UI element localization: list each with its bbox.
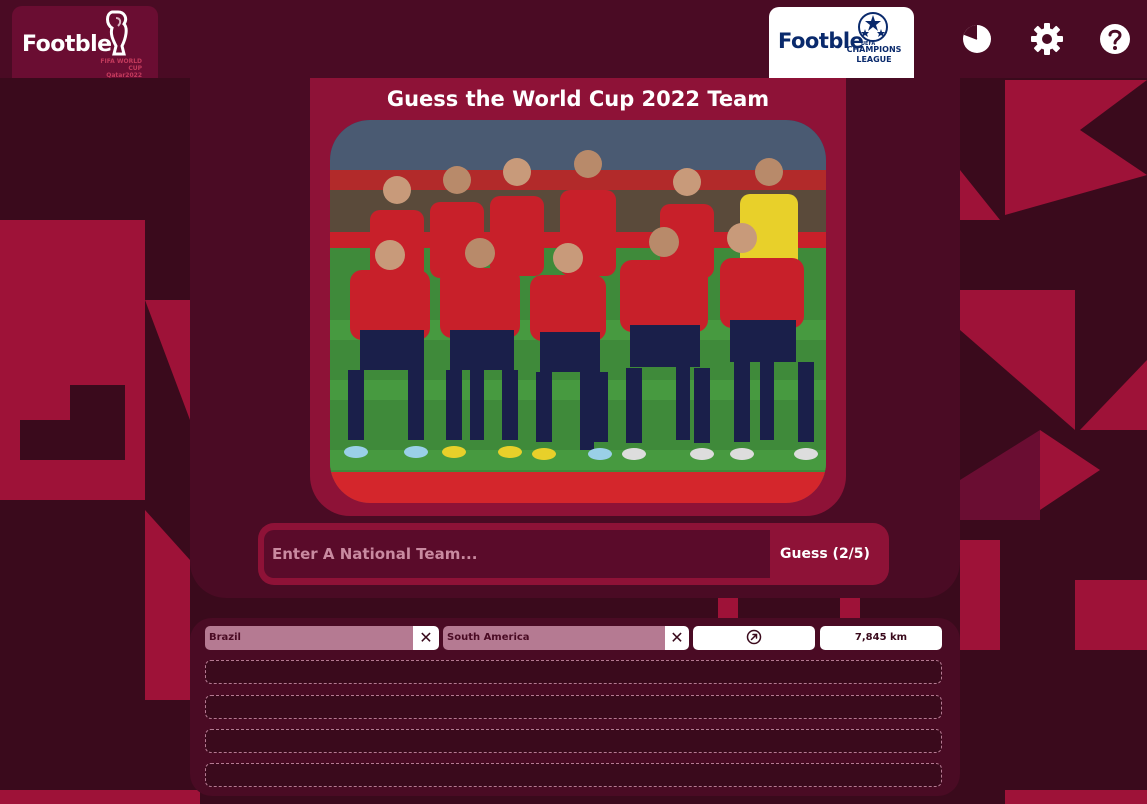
gear-icon[interactable] [1030,22,1064,56]
game-panel: Guess the World Cup 2022 Team Enter A Na… [190,78,960,598]
team-wrong-x-icon: ✕ [413,626,439,650]
guess-direction-cell [693,626,815,650]
empty-guess-slot [205,660,942,684]
game-title: Guess the World Cup 2022 Team [386,87,770,111]
world-cup-subtitle-line1: FIFA WORLD CUP [100,58,142,72]
guesses-panel: Brazil ✕ South America ✕ 7,845 km [190,618,960,796]
logo-text: Footble [22,32,112,57]
national-team-input[interactable] [264,530,770,578]
confederation-wrong-x-icon: ✕ [665,626,689,650]
world-cup-subtitle-line2: Qatar2022 [106,72,142,79]
ucl-league-text: CHAMPIONS LEAGUE [839,45,909,65]
guess-row: Brazil ✕ South America ✕ 7,845 km [205,626,942,650]
guess-bar: Guess (2/5) [258,523,889,585]
photo-panel: Guess the World Cup 2022 Team [310,78,846,516]
footble-world-cup-logo[interactable]: Footble FIFA WORLD CUP Qatar2022 [12,6,158,79]
empty-guess-slot [205,763,942,787]
guess-distance-cell: 7,845 km [820,626,942,650]
empty-guess-slot [205,695,942,719]
footble-champions-league-logo[interactable]: Footble UEFA CHAMPIONS LEAGUE [769,7,914,78]
champions-league-starball-icon [857,11,889,43]
team-photo [330,120,826,503]
guess-team-cell: Brazil [205,626,413,650]
empty-guess-slot [205,729,942,753]
world-cup-trophy-icon [104,10,132,58]
guess-confederation-cell: South America [443,626,665,650]
help-icon[interactable] [1098,22,1132,56]
top-bar: Footble FIFA WORLD CUP Qatar2022 Footble… [0,0,1147,79]
ucl-line1: CHAMPIONS [846,45,902,54]
world-cup-subtitle: FIFA WORLD CUP Qatar2022 [86,58,142,79]
stats-icon[interactable] [960,22,994,56]
guess-button[interactable]: Guess (2/5) [770,530,880,578]
arrow-up-right-icon [746,629,762,645]
ucl-line2: LEAGUE [856,55,892,64]
